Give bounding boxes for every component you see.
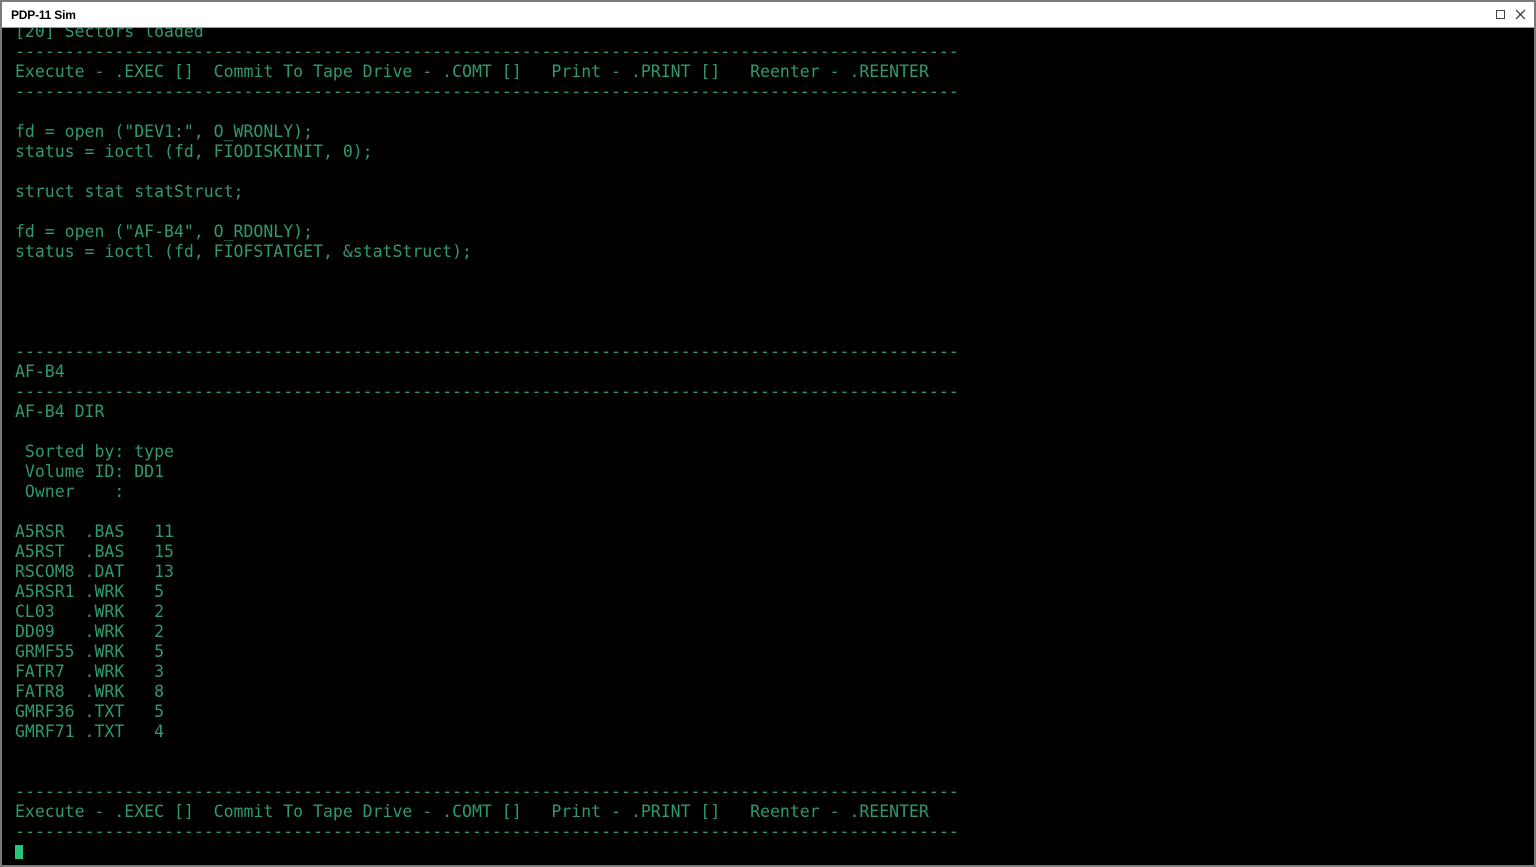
close-button[interactable]: [1513, 7, 1529, 23]
terminal-line: RSCOM8 .DAT 13: [15, 562, 174, 581]
terminal-line: ----------------------------------------…: [15, 382, 959, 401]
terminal-line: DD09 .WRK 2: [15, 622, 165, 641]
terminal-line: struct stat statStruct;: [15, 182, 244, 201]
terminal-line: CL03 .WRK 2: [15, 602, 165, 621]
terminal-line: Execute - .EXEC [] Commit To Tape Drive …: [15, 802, 929, 821]
terminal-line: A5RSR1 .WRK 5: [15, 582, 165, 601]
terminal-output: [20] Sectors loaded ---------------------…: [15, 28, 959, 862]
prompt-line[interactable]: [15, 842, 959, 862]
maximize-icon: [1496, 10, 1505, 19]
text-cursor: [15, 845, 23, 859]
terminal-line: fd = open ("AF-B4", O_RDONLY);: [15, 222, 314, 241]
terminal-line: ----------------------------------------…: [15, 782, 959, 801]
title-bar[interactable]: PDP-11 Sim: [2, 2, 1534, 28]
terminal-line: GMRF71 .TXT 4: [15, 722, 165, 741]
terminal-line: FATR7 .WRK 3: [15, 662, 165, 681]
terminal-line: A5RSR .BAS 11: [15, 522, 174, 541]
terminal-line: FATR8 .WRK 8: [15, 682, 165, 701]
terminal-line: A5RST .BAS 15: [15, 542, 174, 561]
simulator-window: PDP-11 Sim [20] Sectors loaded ----------…: [0, 0, 1536, 867]
terminal-line: Volume ID: DD1: [15, 462, 165, 481]
terminal-line: ----------------------------------------…: [15, 822, 959, 841]
terminal-line: GRMF55 .WRK 5: [15, 642, 165, 661]
terminal-line: status = ioctl (fd, FIODISKINIT, 0);: [15, 142, 373, 161]
maximize-button[interactable]: [1493, 7, 1509, 23]
terminal-line: AF-B4: [15, 362, 65, 381]
terminal-line: [20] Sectors loaded: [15, 28, 204, 41]
terminal-line: AF-B4 DIR: [15, 402, 105, 421]
terminal-line: Sorted by: type: [15, 442, 174, 461]
close-icon: [1515, 9, 1526, 20]
terminal-line: ----------------------------------------…: [15, 342, 959, 361]
terminal-line: ----------------------------------------…: [15, 82, 959, 101]
terminal-line: status = ioctl (fd, FIOFSTATGET, &statSt…: [15, 242, 472, 261]
terminal-line: Execute - .EXEC [] Commit To Tape Drive …: [15, 62, 929, 81]
terminal-line: ----------------------------------------…: [15, 42, 959, 61]
terminal-line: fd = open ("DEV1:", O_WRONLY);: [15, 122, 314, 141]
window-title: PDP-11 Sim: [11, 8, 76, 22]
terminal-line: Owner :: [15, 482, 125, 501]
terminal-line: GMRF36 .TXT 5: [15, 702, 165, 721]
terminal-screen[interactable]: [20] Sectors loaded ---------------------…: [4, 28, 1532, 863]
